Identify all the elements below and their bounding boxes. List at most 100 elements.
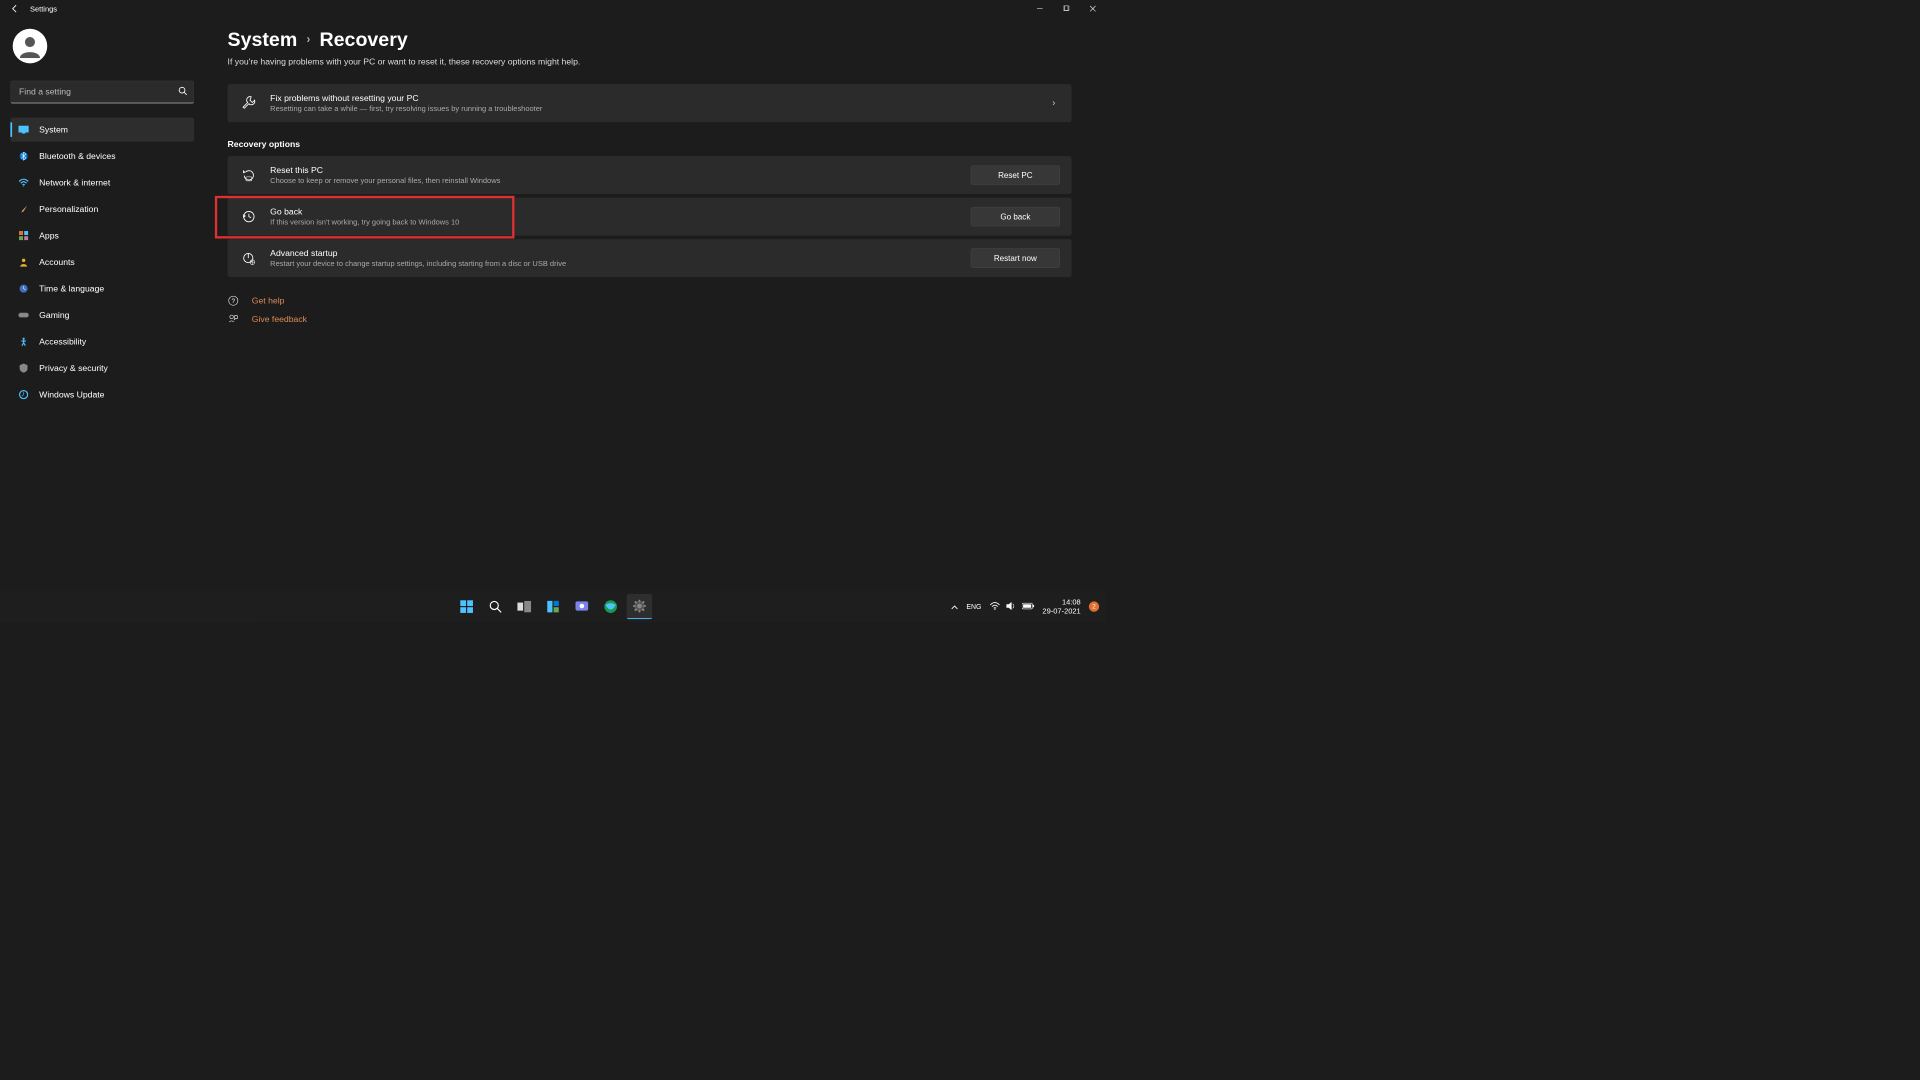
nav-list: System Bluetooth & devices Network & int… [10, 118, 194, 407]
wifi-tray-icon[interactable] [989, 602, 999, 612]
notification-badge[interactable]: 2 [1089, 601, 1099, 611]
card-desc: If this version isn't working, try going… [270, 218, 961, 227]
task-view-button[interactable] [512, 594, 537, 619]
sidebar-item-update[interactable]: Windows Update [10, 383, 194, 407]
date-label: 29-07-2021 [1042, 607, 1080, 616]
sidebar-item-label: Personalization [39, 204, 98, 214]
sidebar-item-label: Privacy & security [39, 363, 108, 373]
volume-tray-icon[interactable] [1006, 601, 1016, 612]
chat-button[interactable] [569, 594, 594, 619]
section-title-recovery: Recovery options [228, 139, 1072, 149]
card-go-back: Go back If this version isn't working, t… [228, 198, 1072, 236]
minimize-icon [1037, 6, 1043, 12]
sidebar-item-label: Accounts [39, 257, 75, 267]
page-subtitle: If you're having problems with your PC o… [228, 57, 1072, 67]
card-desc: Choose to keep or remove your personal f… [270, 176, 961, 185]
sidebar: System Bluetooth & devices Network & int… [0, 17, 205, 622]
start-button[interactable] [454, 594, 479, 619]
gamepad-icon [18, 310, 28, 320]
sidebar-item-time[interactable]: Time & language [10, 277, 194, 301]
wifi-icon [18, 177, 28, 187]
sidebar-item-label: Time & language [39, 284, 104, 294]
task-view-icon [517, 601, 531, 613]
card-title: Reset this PC [270, 165, 961, 175]
search-icon [489, 600, 503, 614]
help-icon: ? [228, 295, 240, 307]
sidebar-item-label: Gaming [39, 310, 69, 320]
person-icon [18, 34, 42, 58]
edge-button[interactable] [598, 594, 623, 619]
sidebar-item-label: System [39, 125, 68, 135]
language-indicator[interactable]: ENG [966, 603, 981, 611]
sidebar-item-label: Network & internet [39, 178, 110, 188]
sidebar-item-bluetooth[interactable]: Bluetooth & devices [10, 144, 194, 168]
card-title: Advanced startup [270, 248, 961, 258]
window-title: Settings [30, 4, 57, 13]
apps-icon [18, 230, 28, 240]
card-title: Go back [270, 207, 961, 217]
main-content: System › Recovery If you're having probl… [205, 17, 1107, 622]
person-icon [18, 257, 28, 267]
tray-overflow-button[interactable] [951, 602, 958, 611]
accessibility-icon [18, 336, 28, 346]
chat-icon [574, 599, 589, 614]
chevron-right-icon: › [306, 33, 310, 46]
widgets-icon [546, 600, 560, 614]
system-icon [18, 124, 28, 134]
give-feedback-link[interactable]: Give feedback [228, 313, 1072, 325]
windows-icon [459, 599, 474, 614]
update-icon [18, 389, 28, 399]
bluetooth-icon [18, 151, 28, 161]
breadcrumb-parent[interactable]: System [228, 29, 298, 51]
sidebar-item-label: Bluetooth & devices [39, 151, 115, 161]
maximize-button[interactable] [1053, 0, 1079, 17]
clock[interactable]: 14:08 29-07-2021 [1042, 598, 1080, 616]
svg-text:?: ? [232, 298, 236, 305]
search-input[interactable] [10, 81, 194, 104]
sidebar-item-accounts[interactable]: Accounts [10, 250, 194, 274]
get-help-link[interactable]: ? Get help [228, 295, 1072, 307]
sidebar-item-label: Accessibility [39, 337, 86, 347]
restart-now-button[interactable]: Restart now [971, 248, 1060, 268]
card-advanced-startup: Advanced startup Restart your device to … [228, 239, 1072, 277]
taskbar: ENG 14:08 29-07-2021 2 [0, 591, 1106, 622]
card-desc: Resetting can take a while — first, try … [270, 104, 1038, 113]
settings-taskbar-button[interactable] [627, 594, 652, 619]
wrench-icon [239, 94, 257, 112]
sidebar-item-network[interactable]: Network & internet [10, 171, 194, 195]
globe-icon [603, 599, 618, 614]
card-fix-problems[interactable]: Fix problems without resetting your PC R… [228, 84, 1072, 122]
sidebar-item-privacy[interactable]: Privacy & security [10, 356, 194, 380]
battery-tray-icon[interactable] [1022, 602, 1035, 611]
feedback-icon [228, 313, 240, 325]
search-button[interactable] [483, 594, 508, 619]
avatar[interactable] [13, 29, 48, 64]
link-label: Give feedback [252, 314, 307, 324]
go-back-button[interactable]: Go back [971, 207, 1060, 227]
link-label: Get help [252, 296, 285, 306]
brush-icon [18, 204, 28, 214]
widgets-button[interactable] [540, 594, 565, 619]
sidebar-item-personalization[interactable]: Personalization [10, 197, 194, 221]
history-icon [239, 207, 257, 225]
reset-icon [239, 166, 257, 184]
search-icon [178, 86, 187, 98]
arrow-left-icon [10, 4, 19, 13]
shield-icon [18, 363, 28, 373]
sidebar-item-gaming[interactable]: Gaming [10, 303, 194, 327]
chevron-right-icon: › [1048, 98, 1060, 108]
close-button[interactable] [1080, 0, 1106, 17]
maximize-icon [1063, 6, 1069, 12]
card-title: Fix problems without resetting your PC [270, 93, 1038, 103]
chevron-up-icon [951, 605, 958, 610]
sidebar-item-system[interactable]: System [10, 118, 194, 142]
sidebar-item-label: Windows Update [39, 390, 104, 400]
gear-icon [632, 599, 647, 614]
card-desc: Restart your device to change startup se… [270, 259, 961, 268]
minimize-button[interactable] [1027, 0, 1053, 17]
sidebar-item-apps[interactable]: Apps [10, 224, 194, 248]
sidebar-item-accessibility[interactable]: Accessibility [10, 330, 194, 354]
breadcrumb: System › Recovery [228, 29, 1072, 51]
back-button[interactable] [9, 3, 21, 15]
reset-pc-button[interactable]: Reset PC [971, 165, 1060, 185]
